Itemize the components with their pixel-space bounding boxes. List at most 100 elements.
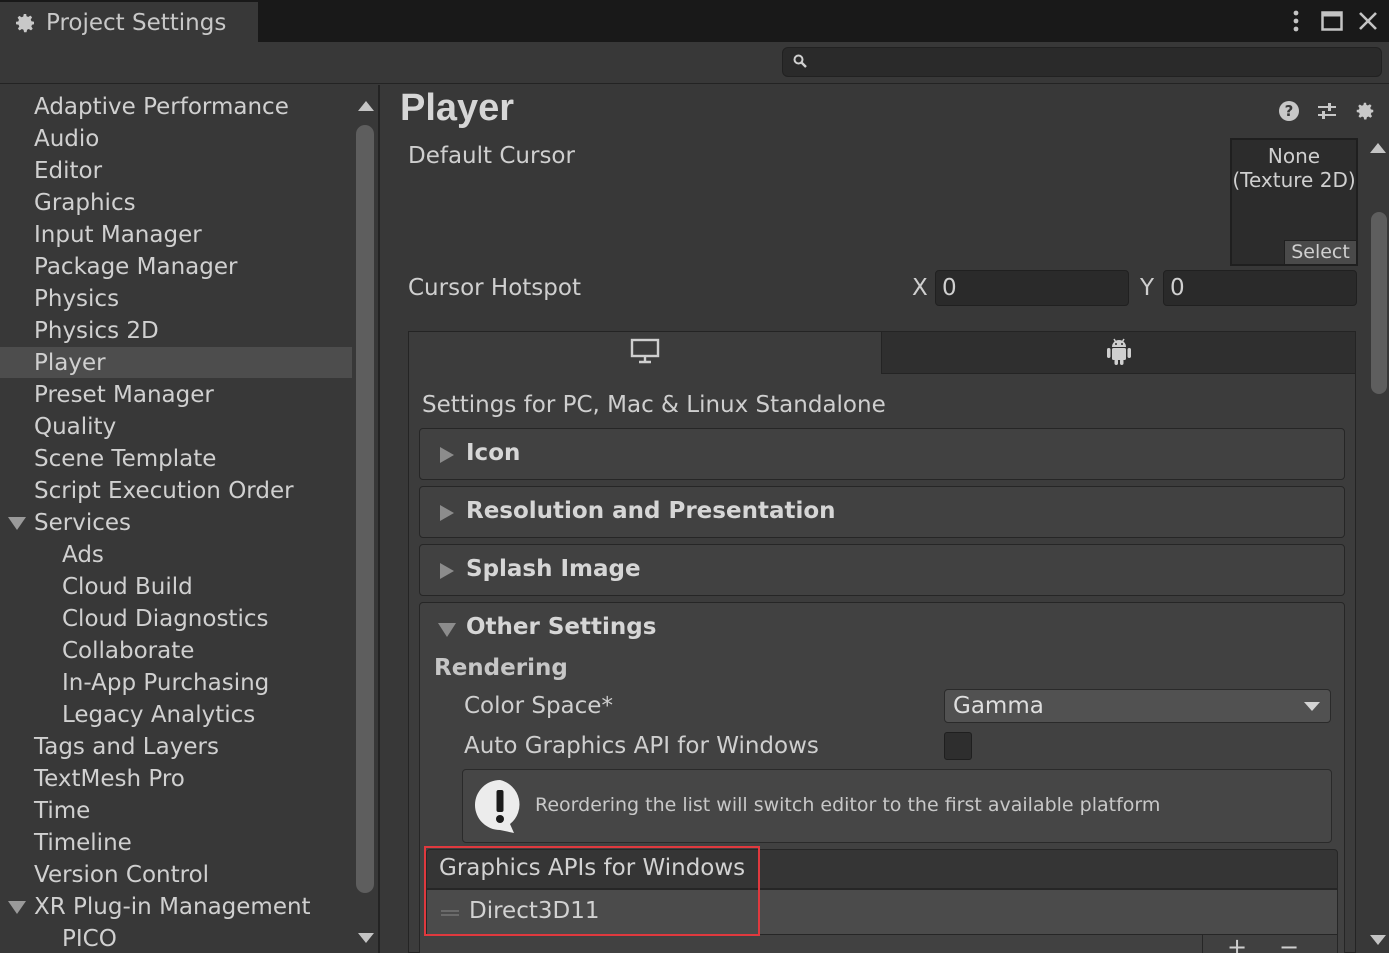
sidebar-item-label: Time [34, 797, 91, 824]
color-space-label: Color Space* [464, 693, 613, 719]
sidebar-item-scene-template[interactable]: Scene Template [0, 443, 352, 474]
sidebar-item-pico[interactable]: PICO [0, 923, 352, 953]
texture-none-label: None [1267, 144, 1321, 168]
graphics-apis-list-header: Graphics APIs for Windows [426, 849, 1338, 889]
gear-icon [12, 10, 38, 36]
hotspot-x-field[interactable]: 0 [935, 270, 1129, 306]
drag-handle-icon[interactable] [441, 910, 459, 916]
sidebar-item-time[interactable]: Time [0, 795, 352, 826]
sidebar-item-in-app-purchasing[interactable]: In-App Purchasing [0, 667, 352, 698]
sidebar-item-preset-manager[interactable]: Preset Manager [0, 379, 352, 410]
scroll-up-arrow-icon[interactable] [358, 101, 374, 111]
auto-graphics-api-label: Auto Graphics API for Windows [464, 733, 819, 759]
page-title: Player [400, 87, 515, 129]
sidebar-item-textmesh-pro[interactable]: TextMesh Pro [0, 763, 352, 794]
sidebar-item-label: In-App Purchasing [62, 669, 270, 696]
foldout-title: Splash Image [466, 556, 641, 582]
sidebar-item-script-execution-order[interactable]: Script Execution Order [0, 475, 352, 506]
tab-android[interactable] [881, 332, 1355, 374]
sidebar-scrollbar[interactable] [352, 85, 380, 953]
hotspot-y-field[interactable]: 0 [1163, 270, 1357, 306]
scroll-down-arrow-icon[interactable] [1370, 935, 1386, 945]
sidebar-item-label: Tags and Layers [34, 733, 219, 760]
sidebar-item-label: Quality [34, 413, 117, 440]
add-icon[interactable]: + [1227, 933, 1247, 953]
sidebar-item-label: Timeline [34, 829, 132, 856]
sidebar-item-editor[interactable]: Editor [0, 155, 352, 186]
expand-arrow-icon[interactable] [8, 517, 26, 530]
graphics-api-row[interactable]: Direct3D11 [426, 889, 1338, 935]
sidebar-item-physics-2d[interactable]: Physics 2D [0, 315, 352, 346]
sidebar-item-cloud-build[interactable]: Cloud Build [0, 571, 352, 602]
sidebar-item-label: Scene Template [34, 445, 217, 472]
sidebar-item-label: Audio [34, 125, 100, 152]
foldout-title: Icon [466, 440, 521, 466]
svg-text:?: ? [1285, 102, 1294, 120]
list-add-remove-footer: + − [1202, 933, 1338, 953]
sidebar-item-label: TextMesh Pro [34, 765, 185, 792]
help-icon[interactable]: ? [1277, 99, 1301, 123]
color-space-dropdown[interactable]: Gamma [944, 689, 1331, 723]
sidebar-item-package-manager[interactable]: Package Manager [0, 251, 352, 282]
sidebar-item-label: Services [34, 509, 131, 536]
main-scrollbar[interactable] [1367, 137, 1389, 953]
sidebar-item-collaborate[interactable]: Collaborate [0, 635, 352, 666]
rendering-section-label: Rendering [434, 655, 568, 681]
settings-gear-icon[interactable] [1353, 99, 1377, 123]
default-cursor-texture-field[interactable]: None (Texture 2D) Select [1230, 138, 1358, 266]
project-settings-tab[interactable]: Project Settings [0, 2, 258, 42]
maximize-icon[interactable] [1319, 6, 1345, 36]
sidebar-item-label: Adaptive Performance [34, 93, 289, 120]
more-icon[interactable] [1283, 6, 1309, 36]
sidebar-item-label: Cloud Build [62, 573, 193, 600]
main-scroll-thumb[interactable] [1371, 212, 1387, 394]
sidebar-item-ads[interactable]: Ads [0, 539, 352, 570]
sidebar-item-player[interactable]: Player [0, 347, 352, 378]
sidebar-item-label: Script Execution Order [34, 477, 294, 504]
foldout-icon-section[interactable]: Icon [419, 428, 1345, 480]
foldout-expanded-arrow-icon[interactable] [438, 623, 456, 637]
texture-select-button[interactable]: Select [1284, 240, 1356, 264]
sidebar-item-tags-and-layers[interactable]: Tags and Layers [0, 731, 352, 762]
sidebar-item-cloud-diagnostics[interactable]: Cloud Diagnostics [0, 603, 352, 634]
sidebar-item-audio[interactable]: Audio [0, 123, 352, 154]
sidebar-item-xr-plug-in-management[interactable]: XR Plug-in Management [0, 891, 352, 922]
foldout-resolution-section[interactable]: Resolution and Presentation [419, 486, 1345, 538]
sidebar-item-version-control[interactable]: Version Control [0, 859, 352, 890]
close-icon[interactable] [1355, 6, 1381, 36]
graphics-apis-title: Graphics APIs for Windows [439, 855, 746, 881]
window-titlebar: Project Settings [0, 0, 1389, 42]
sidebar-item-physics[interactable]: Physics [0, 283, 352, 314]
platform-settings-panel: Settings for PC, Mac & Linux Standalone … [408, 331, 1356, 953]
scroll-down-arrow-icon[interactable] [358, 933, 374, 943]
sidebar-item-adaptive-performance[interactable]: Adaptive Performance [0, 91, 352, 122]
cursor-hotspot-label: Cursor Hotspot [408, 275, 581, 301]
foldout-title[interactable]: Other Settings [466, 614, 656, 640]
sidebar-item-label: Player [34, 349, 106, 376]
sidebar-item-label: Input Manager [34, 221, 202, 248]
sidebar-item-quality[interactable]: Quality [0, 411, 352, 442]
sidebar-scroll-thumb[interactable] [356, 125, 374, 893]
sidebar-item-input-manager[interactable]: Input Manager [0, 219, 352, 250]
sidebar-item-timeline[interactable]: Timeline [0, 827, 352, 858]
search-input[interactable] [782, 47, 1382, 77]
sidebar-item-legacy-analytics[interactable]: Legacy Analytics [0, 699, 352, 730]
sidebar-item-label: Preset Manager [34, 381, 214, 408]
presets-icon[interactable] [1315, 99, 1339, 123]
scroll-up-arrow-icon[interactable] [1370, 143, 1386, 153]
foldout-splash-section[interactable]: Splash Image [419, 544, 1345, 596]
sidebar-item-label: Physics [34, 285, 120, 312]
sidebar-item-graphics[interactable]: Graphics [0, 187, 352, 218]
sidebar-item-label: Ads [62, 541, 104, 568]
auto-graphics-api-checkbox[interactable] [944, 732, 972, 760]
expand-arrow-icon[interactable] [8, 901, 26, 914]
tab-standalone[interactable] [409, 332, 881, 374]
sidebar-item-label: Collaborate [62, 637, 195, 664]
settings-sidebar: Adaptive Performance Audio Editor Graphics I… [0, 85, 352, 953]
foldout-other-settings-section: Other Settings Rendering Color Space* Ga… [419, 602, 1345, 953]
foldout-arrow-icon [440, 447, 454, 463]
sidebar-item-services[interactable]: Services [0, 507, 352, 538]
remove-icon[interactable]: − [1279, 933, 1299, 953]
foldout-title: Resolution and Presentation [466, 498, 836, 524]
sidebar-item-label: Physics 2D [34, 317, 159, 344]
